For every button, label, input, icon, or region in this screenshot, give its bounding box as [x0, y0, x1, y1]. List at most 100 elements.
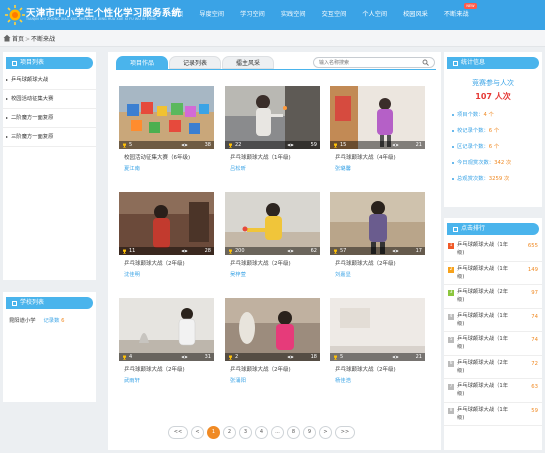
project-item[interactable]: 二阶魔方一面复原 — [3, 109, 96, 128]
nav-personal-space[interactable]: 个人空间 — [354, 0, 395, 30]
page-button[interactable]: 8 — [287, 426, 300, 439]
tab-record-list[interactable]: 记录列表 — [169, 56, 222, 69]
panel-title: 统计信息 — [461, 59, 486, 66]
page-prev-button[interactable]: < — [191, 426, 204, 439]
nav-challenge[interactable]: 不断来战 NEW — [436, 0, 477, 30]
rank-item[interactable]: 1 乒乓球颠球大战（1年级) 655 — [444, 238, 542, 262]
school-row[interactable]: 昆阳道小学 记录数 6 — [9, 316, 96, 324]
work-stats: 5 38 — [119, 141, 214, 149]
page-next-button[interactable]: > — [319, 426, 332, 439]
work-stats: 4 31 — [119, 353, 214, 361]
rank-item[interactable]: 6 乒乓球颠球大战（2年级) 72 — [444, 356, 542, 379]
search-input[interactable] — [313, 57, 435, 68]
tab-project-works[interactable]: 项目作品 — [116, 56, 169, 69]
work-title[interactable]: 乒乓球颠球大战（2年级) — [335, 365, 396, 373]
work-photo[interactable] — [119, 192, 214, 255]
work-author-link[interactable]: 沈佳明 — [124, 270, 140, 278]
work-card[interactable]: 11 28 乒乓球颠球大战（2年级) 沈佳明 — [119, 192, 214, 280]
work-photo[interactable] — [119, 86, 214, 149]
rank-name: 乒乓球颠球大战（1年级) — [457, 406, 509, 421]
top-header: 天津市中小学生个性化学习服务系统 TIANJIN SHI ZHONG XIAO … — [0, 0, 545, 30]
page-last-button[interactable]: >> — [335, 426, 355, 439]
page-button-current[interactable]: 1 — [207, 426, 220, 439]
rank-number: 6 — [448, 360, 454, 367]
work-photo[interactable] — [225, 86, 320, 149]
work-card[interactable]: 2 18 乒乓球颠球大战（2年级) 张涌阳 — [225, 298, 320, 386]
project-item[interactable]: 三阶魔方一面复原 — [3, 128, 96, 147]
nav-label: 学习空间 — [240, 11, 265, 18]
work-photo[interactable] — [330, 298, 425, 361]
work-author-link[interactable]: 刘嘉显 — [335, 270, 351, 278]
stat-value: 3259 次 — [488, 176, 510, 182]
page-button[interactable]: 9 — [303, 426, 316, 439]
work-author-link[interactable]: 杨佳浩 — [335, 376, 351, 384]
page-button[interactable]: 2 — [223, 426, 236, 439]
nav-study-space[interactable]: 学习空间 — [232, 0, 273, 30]
work-title[interactable]: 乒乓球颠球大战（1年级) — [230, 153, 291, 161]
work-card[interactable]: 15 21 乒乓球颠球大战（4年级) 张璐馨 — [330, 86, 425, 174]
view-count: 21 — [415, 354, 422, 360]
view-count: 31 — [204, 354, 211, 360]
work-card[interactable]: 5 38 校园活动征集大赛（6年级) 夏江南 — [119, 86, 214, 174]
work-card[interactable]: 22 59 乒乓球颠球大战（1年级) 吕松昕 — [225, 86, 320, 174]
photo-image — [330, 298, 425, 361]
work-title[interactable]: 乒乓球颠球大战（2年级) — [335, 259, 396, 267]
sun-logo-icon[interactable] — [4, 4, 26, 26]
work-card[interactable]: 57 17 乒乓球颠球大战（2年级) 刘嘉显 — [330, 192, 425, 280]
photo-image — [119, 86, 214, 149]
project-list-panel: 项目列表 乒乓球颠球大战 校园活动征集大赛 二阶魔方一面复原 三阶魔方一面复原 — [3, 52, 96, 280]
rank-name: 乒乓球颠球大战（1年级) — [457, 312, 509, 327]
page-button[interactable]: 4 — [255, 426, 268, 439]
search-icon[interactable] — [422, 59, 429, 66]
rank-item[interactable]: 2 乒乓球颠球大战（1年级) 149 — [444, 262, 542, 285]
work-title[interactable]: 乒乓球颠球大战（2年级) — [124, 259, 185, 267]
breadcrumb-home-link[interactable]: 首页 — [12, 36, 24, 43]
work-author-link[interactable]: 张涌阳 — [230, 376, 246, 384]
rank-name: 乒乓球颠球大战（1年级) — [457, 242, 509, 256]
page-button[interactable]: 3 — [239, 426, 252, 439]
work-title[interactable]: 乒乓球颠球大战（4年级) — [335, 153, 396, 161]
tab-champion-style[interactable]: 擂主风采 — [222, 56, 275, 69]
nav-interaction-space[interactable]: 交互空间 — [314, 0, 355, 30]
nav-label: 个人空间 — [362, 11, 388, 18]
work-title[interactable]: 乒乓球颠球大战（2年级) — [230, 365, 291, 373]
work-author-link[interactable]: 武雨轩 — [124, 376, 140, 384]
work-title[interactable]: 乒乓球颠球大战（2年级) — [124, 365, 185, 373]
work-photo[interactable] — [330, 86, 425, 149]
work-author-link[interactable]: 吴梓萱 — [230, 270, 246, 278]
rank-name: 乒乓球颠球大战（1年级) — [457, 383, 509, 397]
work-card[interactable]: 4 31 乒乓球颠球大战（2年级) 武雨轩 — [119, 298, 214, 386]
rank-item[interactable]: 8 乒乓球颠球大战（1年级) 59 — [444, 403, 542, 426]
nav-practice-space[interactable]: 实践空间 — [273, 0, 314, 30]
project-item[interactable]: 校园活动征集大赛 — [3, 90, 96, 109]
trophy-icon — [334, 143, 337, 148]
nav-home[interactable]: 首页 — [163, 0, 191, 30]
rank-item[interactable]: 4 乒乓球颠球大战（1年级) 74 — [444, 309, 542, 332]
rank-item[interactable]: 3 乒乓球颠球大战（2年级) 97 — [444, 285, 542, 309]
rank-number: 3 — [448, 290, 454, 296]
work-title[interactable]: 校园活动征集大赛（6年级) — [124, 153, 190, 161]
nav-campus-style[interactable]: 校园风采 — [395, 0, 436, 30]
nav-guide-space[interactable]: 导度空间 — [191, 0, 232, 30]
work-title[interactable]: 乒乓球颠球大战（2年级) — [230, 259, 291, 267]
rank-count: 74 — [531, 313, 538, 320]
stat-label: 今日观赏次数： — [457, 160, 495, 166]
work-photo[interactable] — [225, 298, 320, 361]
rank-item[interactable]: 7 乒乓球颠球大战（1年级) 63 — [444, 379, 542, 403]
work-author-link[interactable]: 吕松昕 — [230, 164, 246, 172]
work-author-link[interactable]: 张璐馨 — [335, 164, 351, 172]
work-author-link[interactable]: 夏江南 — [124, 164, 140, 172]
work-photo[interactable] — [119, 298, 214, 361]
record-count-value: 6 — [61, 318, 65, 324]
page-first-button[interactable]: << — [168, 426, 188, 439]
project-item[interactable]: 乒乓球颠球大战 — [3, 71, 96, 90]
stat-value: 6 个 — [488, 144, 500, 150]
work-photo[interactable] — [330, 192, 425, 255]
work-card[interactable]: 5 21 乒乓球颠球大战（2年级) 杨佳浩 — [330, 298, 425, 386]
like-count: 5 — [129, 142, 133, 148]
nav-label: 实践空间 — [280, 11, 306, 18]
rank-item[interactable]: 5 乒乓球颠球大战（1年级) 74 — [444, 332, 542, 356]
nav-label: 导度空间 — [199, 11, 225, 18]
work-card[interactable]: 200 62 乒乓球颠球大战（2年级) 吴梓萱 — [225, 192, 320, 280]
work-photo[interactable] — [225, 192, 320, 255]
